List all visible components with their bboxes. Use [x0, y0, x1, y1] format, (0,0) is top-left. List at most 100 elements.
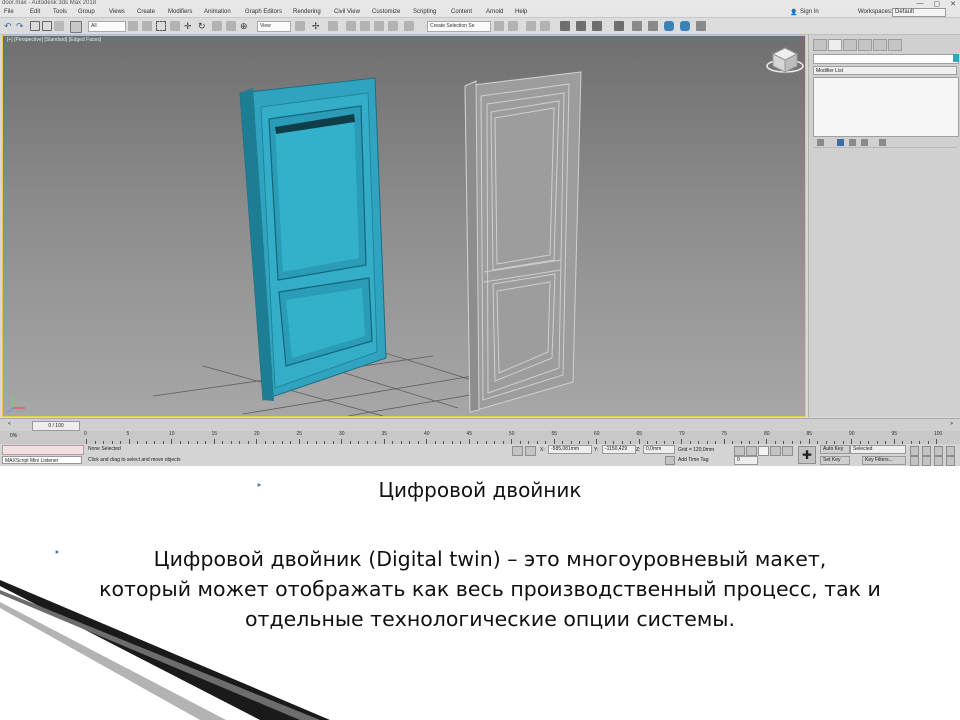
named-selection-combo[interactable]: Create Selection Se [427, 21, 491, 32]
undo-icon[interactable]: ↶ [4, 21, 14, 31]
toggle-layer-explorer-icon[interactable] [540, 21, 550, 31]
set-key-button[interactable]: Set Key [820, 456, 850, 465]
utilities-tab-icon[interactable] [888, 39, 902, 51]
modify-tab-icon[interactable] [828, 39, 842, 51]
zoom-extents-icon[interactable] [946, 446, 955, 456]
window-crossing-icon[interactable] [170, 21, 180, 31]
teal-door-model[interactable] [239, 77, 387, 401]
track-bar-ruler[interactable]: 0 5 10 15 20 25 30 35 40 45 50 55 60 65 70 75 80 85 90 95 10… [84, 431, 942, 444]
render-production-icon[interactable] [664, 21, 674, 31]
align-icon[interactable] [508, 21, 518, 31]
render-setup-icon[interactable] [632, 21, 642, 31]
maximize-button[interactable]: ▢ [934, 0, 941, 8]
menu-edit[interactable]: Edit [30, 9, 40, 15]
selection-filter-combo[interactable]: All [88, 21, 126, 32]
menu-scripting[interactable]: Scripting [413, 9, 436, 15]
link-icon[interactable] [30, 21, 40, 31]
auto-key-button[interactable]: Auto Key [820, 445, 850, 454]
object-name-field[interactable] [813, 54, 959, 64]
menu-civil-view[interactable]: Civil View [334, 9, 360, 15]
previous-frame-icon[interactable] [746, 446, 757, 456]
mirror-icon[interactable] [494, 21, 504, 31]
rectangular-selection-icon[interactable] [156, 21, 166, 31]
grey-door-model[interactable] [464, 71, 582, 413]
move-icon[interactable]: ✛ [184, 21, 194, 31]
go-to-end-icon[interactable] [782, 446, 793, 456]
reference-coordinate-icon[interactable]: ⊕ [240, 21, 250, 31]
user-icon[interactable]: 👤 [790, 9, 797, 16]
modifier-list-dropdown[interactable]: Modifier List [813, 66, 957, 75]
material-editor-icon[interactable] [614, 21, 624, 31]
current-frame-field[interactable]: 0 [734, 456, 758, 465]
minimize-button[interactable]: — [917, 0, 924, 8]
render-in-cloud-icon[interactable] [680, 21, 690, 31]
menu-graph-editors[interactable]: Graph Editors [245, 9, 282, 15]
pin-stack-icon[interactable] [817, 139, 824, 146]
maxscript-input[interactable] [2, 445, 84, 455]
field-of-view-icon[interactable] [910, 456, 919, 466]
percent-snap-icon[interactable] [374, 21, 384, 31]
snaps-toggle-icon[interactable] [346, 21, 356, 31]
menu-content[interactable]: Content [451, 9, 472, 15]
track-bar[interactable]: 0% 0 5 10 15 20 25 30 35 40 45 50 55 60 65 70 75 80 85 90 9… [0, 431, 960, 444]
toggle-scene-explorer-icon[interactable] [526, 21, 536, 31]
modifier-stack[interactable] [813, 77, 959, 137]
maxscript-label[interactable]: MAXScript Mini Listener [2, 456, 82, 464]
y-coord-field[interactable]: -1150,429 [602, 445, 636, 454]
select-by-name-icon[interactable] [142, 21, 152, 31]
zoom-icon[interactable] [922, 446, 931, 456]
display-tab-icon[interactable] [873, 39, 887, 51]
angle-snap-icon[interactable] [360, 21, 370, 31]
menu-file[interactable]: File [4, 9, 14, 15]
time-configuration-icon[interactable] [910, 446, 919, 456]
workspace-select[interactable]: Default [892, 8, 946, 17]
time-slider-left-icon[interactable]: < [8, 421, 11, 427]
menu-customize[interactable]: Customize [372, 9, 400, 15]
rotate-icon[interactable]: ↻ [198, 21, 208, 31]
time-tag-icon[interactable] [665, 456, 675, 465]
isolate-selection-icon[interactable] [512, 446, 523, 456]
curve-editor-icon[interactable] [576, 21, 586, 31]
make-unique-icon[interactable] [849, 139, 856, 146]
menu-rendering[interactable]: Rendering [293, 9, 321, 15]
placement-icon[interactable] [226, 21, 236, 31]
selection-lock-icon[interactable] [525, 446, 536, 456]
add-time-tag-button[interactable]: Add Time Tag [678, 457, 708, 463]
viewcube[interactable] [766, 47, 804, 73]
edit-named-selection-icon[interactable] [404, 21, 414, 31]
show-end-result-icon[interactable] [837, 139, 844, 146]
x-coord-field[interactable]: -585,081mm [548, 445, 592, 454]
graphite-ribbon-icon[interactable] [560, 21, 570, 31]
orbit-icon[interactable] [934, 456, 943, 466]
next-frame-icon[interactable] [770, 446, 781, 456]
key-filters-button[interactable]: Key Filters... [862, 456, 906, 465]
motion-tab-icon[interactable] [858, 39, 872, 51]
keyboard-shortcut-icon[interactable] [328, 21, 338, 31]
reference-coordinate-combo[interactable]: View [257, 21, 291, 32]
configure-modifier-sets-icon[interactable] [879, 139, 886, 146]
select-manipulate-icon[interactable]: ✢ [312, 21, 322, 31]
spinner-snap-icon[interactable] [388, 21, 398, 31]
hierarchy-tab-icon[interactable] [843, 39, 857, 51]
create-tab-icon[interactable] [813, 39, 827, 51]
pivot-icon[interactable] [295, 21, 305, 31]
redo-icon[interactable]: ↷ [16, 21, 26, 31]
key-set-combo[interactable]: Selected [850, 445, 906, 454]
select-icon[interactable] [70, 21, 82, 33]
menu-views[interactable]: Views [109, 9, 125, 15]
time-slider[interactable]: 0 / 100 [32, 421, 80, 431]
schematic-view-icon[interactable] [592, 21, 602, 31]
sign-in-link[interactable]: Sign In [800, 9, 819, 15]
unlink-icon[interactable] [42, 21, 52, 31]
maximize-viewport-icon[interactable] [946, 456, 955, 466]
menu-tools[interactable]: Tools [53, 9, 67, 15]
set-key-icon[interactable]: ✚ [798, 446, 816, 464]
open-a360-gallery-icon[interactable] [696, 21, 706, 31]
menu-arnold[interactable]: Arnold [486, 9, 503, 15]
object-color-swatch[interactable] [953, 54, 959, 62]
time-slider-right-icon[interactable]: > [950, 421, 953, 427]
play-icon[interactable] [758, 446, 769, 456]
zoom-all-icon[interactable] [934, 446, 943, 456]
menu-create[interactable]: Create [137, 9, 155, 15]
z-coord-field[interactable]: 0,0mm [643, 445, 675, 454]
